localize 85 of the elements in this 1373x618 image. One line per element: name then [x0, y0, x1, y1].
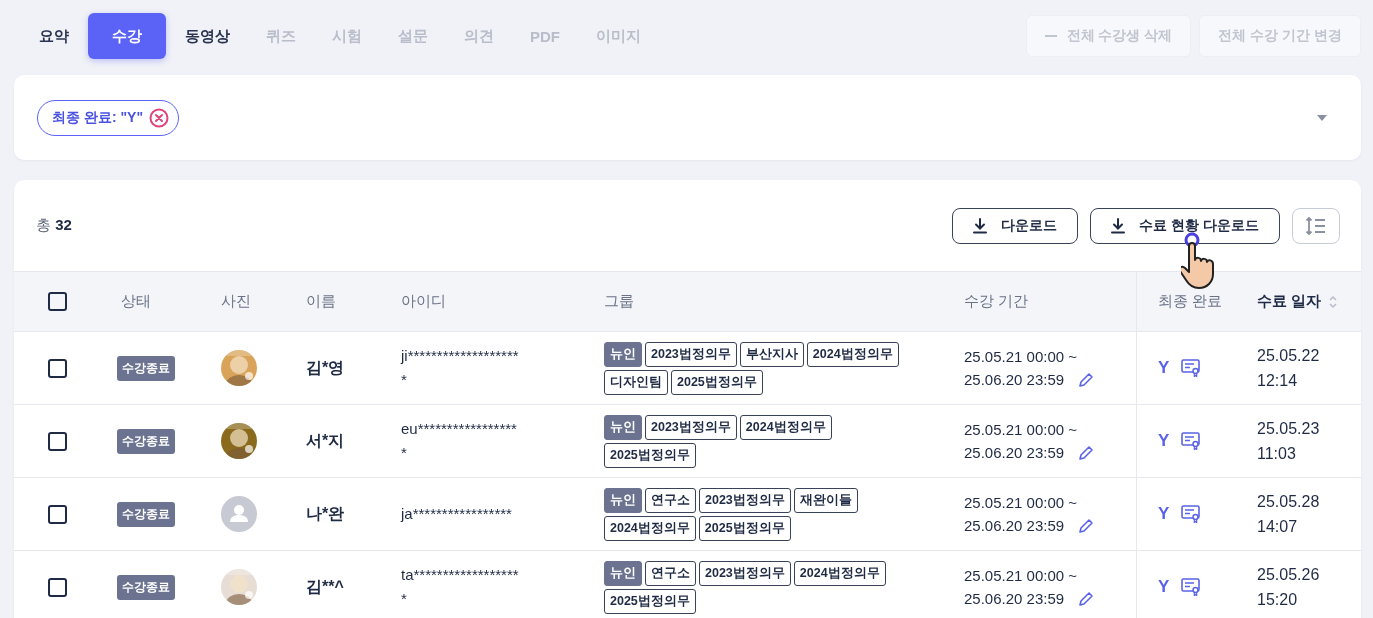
completion-date: 25.05.22 12:14 — [1257, 346, 1321, 391]
completion-date: 25.05.28 14:07 — [1257, 492, 1321, 537]
remove-icon[interactable] — [149, 107, 170, 128]
group-tag: 2023법정의무 — [645, 414, 737, 440]
final-status: Y — [1158, 431, 1170, 451]
download-button[interactable]: 수료 현황 다운로드 — [1090, 207, 1280, 244]
completion-date: 25.05.23 11:03 — [1257, 419, 1321, 464]
group-tag: 뉴인 — [604, 414, 642, 440]
download-button[interactable]: 다운로드 — [952, 207, 1079, 244]
status-badge: 수강종료 — [117, 355, 175, 381]
group-tag: 연구소 — [645, 560, 696, 586]
id-cell-text: ja***************** — [401, 504, 513, 524]
column-header: 수강 기간 — [964, 292, 1029, 311]
dropdown-caret-icon[interactable] — [1317, 114, 1327, 121]
completion-date: 25.05.26 15:20 — [1257, 565, 1321, 610]
group-tag: 2024법정의무 — [604, 515, 696, 541]
period-start: 25.05.21 00:00 ~ — [964, 494, 1078, 511]
group-tag: 2024법정의무 — [793, 560, 886, 586]
edit-icon[interactable] — [1078, 371, 1095, 388]
checkbox[interactable] — [47, 358, 67, 378]
group-tag: 2023법정의무 — [645, 341, 737, 367]
column-header: 그룹 — [604, 292, 634, 311]
period-start: 25.05.21 00:00 ~ — [964, 421, 1078, 438]
group-tag: 연구소 — [645, 487, 696, 513]
group-tag: 2024법정의무 — [806, 341, 899, 367]
id-cell-text: ta******************* — [401, 565, 520, 609]
group-tag: 뉴인 — [604, 560, 642, 586]
download-icon — [1111, 217, 1126, 234]
group-tag: 2024법정의무 — [739, 414, 832, 440]
certificate-icon[interactable] — [1181, 432, 1202, 450]
group-tag: 뉴인 — [604, 487, 642, 513]
sort-lines-icon — [1305, 215, 1327, 236]
group-tag: 2023법정의무 — [699, 487, 791, 513]
period-end: 25.06.20 23:59 — [964, 371, 1065, 388]
group-tag: 2025법정의무 — [604, 442, 696, 468]
column-header: 사진 — [221, 292, 251, 311]
period-end: 25.06.20 23:59 — [964, 517, 1065, 534]
final-status: Y — [1158, 358, 1170, 378]
column-header: 아이디 — [401, 292, 446, 311]
checkbox[interactable] — [47, 292, 67, 311]
column-header: 이름 — [306, 292, 336, 311]
id-cell-text: eu****************** — [401, 419, 518, 463]
name-cell-text: 나*완 — [306, 503, 345, 524]
certificate-icon[interactable] — [1181, 359, 1202, 377]
group-tag: 부산지사 — [739, 341, 804, 367]
column-header: 수료 일자 — [1257, 292, 1322, 311]
group-tag: 뉴인 — [604, 341, 642, 367]
group-tag: 2025법정의무 — [671, 369, 763, 395]
name-cell-text: 김*영 — [306, 357, 345, 378]
status-badge: 수강종료 — [117, 574, 175, 600]
name-cell-text: 서*지 — [306, 430, 345, 451]
name-cell-text: 김**^ — [306, 576, 344, 597]
checkbox[interactable] — [47, 577, 67, 597]
period-start: 25.05.21 00:00 ~ — [964, 567, 1078, 584]
edit-icon[interactable] — [1078, 590, 1095, 607]
edit-icon[interactable] — [1078, 444, 1095, 461]
period-end: 25.06.20 23:59 — [964, 444, 1065, 461]
column-header: 상태 — [121, 292, 151, 311]
group-tag: 2025법정의무 — [604, 588, 696, 614]
tab[interactable]: 수강 — [88, 13, 166, 59]
period-end: 25.06.20 23:59 — [964, 590, 1065, 607]
checkbox[interactable] — [47, 431, 67, 451]
tab[interactable]: 동영상 — [168, 13, 247, 59]
total-count: 총 32 — [36, 216, 72, 235]
group-tag: 디자인팀 — [604, 369, 668, 395]
period-start: 25.05.21 00:00 ~ — [964, 348, 1078, 365]
certificate-icon[interactable] — [1181, 505, 1202, 523]
id-cell-text: ji******************** — [401, 346, 520, 390]
default-avatar-icon — [221, 496, 257, 532]
column-header: 최종 완료 — [1158, 292, 1223, 311]
tab[interactable]: 요약 — [22, 13, 86, 59]
checkbox[interactable] — [47, 504, 67, 524]
download-icon — [973, 217, 988, 234]
status-badge: 수강종료 — [117, 428, 175, 454]
certificate-icon[interactable] — [1181, 578, 1202, 596]
group-tag: 2023법정의무 — [699, 560, 791, 586]
group-tag: 재완이들 — [793, 487, 858, 513]
final-status: Y — [1158, 504, 1170, 524]
column-settings-button[interactable] — [1292, 207, 1340, 244]
minus-icon — [1044, 35, 1057, 37]
edit-icon[interactable] — [1078, 517, 1095, 534]
group-tag: 2025법정의무 — [698, 515, 791, 541]
chip-label: 최종 완료: "Y" — [52, 108, 144, 127]
status-badge: 수강종료 — [117, 501, 175, 527]
final-status: Y — [1158, 577, 1170, 597]
